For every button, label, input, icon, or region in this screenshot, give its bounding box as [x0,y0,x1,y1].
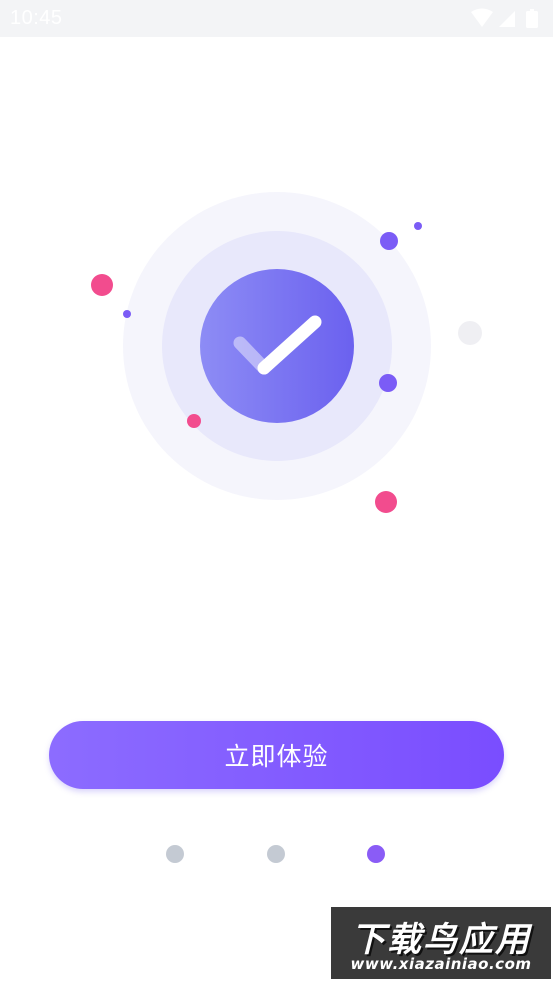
decor-dot [375,491,397,513]
decor-dot [123,310,131,318]
try-now-label: 立即体验 [224,742,329,771]
watermark-url: www.xiazainiao.com [350,955,532,973]
watermark-title: 下载鸟应用 [351,920,531,960]
decor-dot [414,222,422,230]
status-icons [469,8,545,30]
try-now-button[interactable]: 立即体验 [49,721,504,789]
decor-dot [458,321,482,345]
page-dot-1[interactable] [166,845,184,863]
page-dot-3-active[interactable] [367,845,385,863]
page-indicator [0,845,553,865]
check-disc [200,269,354,423]
decor-dot [187,414,201,428]
battery-icon [526,9,538,28]
success-illustration [0,160,553,540]
page-dot-2[interactable] [267,845,285,863]
decor-dot [379,374,397,392]
decor-dot [380,232,398,250]
status-time: 10:45 [10,7,63,29]
cellular-signal-icon [499,11,515,27]
wifi-icon [471,8,493,27]
decor-dot [91,274,113,296]
status-bar: 10:45 [0,0,553,37]
watermark-logo: 下载鸟应用 www.xiazainiao.com [331,907,551,979]
